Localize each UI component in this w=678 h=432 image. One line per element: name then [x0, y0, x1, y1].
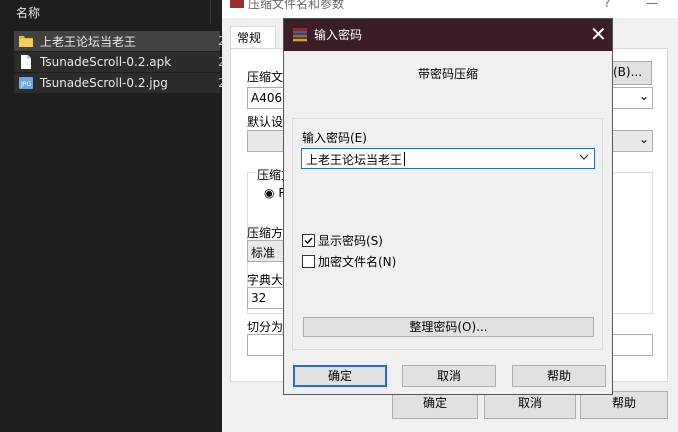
- show-password-checkbox[interactable]: 显示密码(S): [302, 232, 383, 249]
- method-label: 压缩方: [247, 226, 284, 240]
- password-label: 输入密码(E): [302, 131, 367, 145]
- archive-dialog-title: 压缩文件名和参数: [248, 0, 345, 11]
- file-name: 上老王论坛当老王: [40, 34, 137, 49]
- default-settings-label: 默认设: [247, 115, 284, 129]
- minimize-icon[interactable]: —: [646, 0, 658, 10]
- svg-text:JPG: JPG: [20, 81, 31, 88]
- tab-general[interactable]: 常规: [230, 26, 276, 49]
- file-name: TsunadeScroll-0.2.apk: [40, 55, 172, 69]
- encrypt-filenames-label: 加密文件名(N): [318, 255, 397, 269]
- chevron-down-icon[interactable]: [579, 152, 589, 162]
- ok-button[interactable]: 确定: [293, 365, 387, 387]
- archive-ok-button[interactable]: 确定: [392, 391, 478, 419]
- chevron-down-icon: ⌄: [638, 132, 649, 146]
- password-dialog-title: 输入密码: [314, 28, 363, 42]
- password-value: 上老王论坛当老王: [306, 153, 403, 167]
- file-row-jpg[interactable]: JPG TsunadeScroll-0.2.jpg: [14, 73, 220, 93]
- help-icon[interactable]: ?: [604, 0, 610, 10]
- browse-label: (B)...: [613, 65, 643, 79]
- show-password-label: 显示密码(S): [318, 234, 383, 248]
- radio-selected-icon: ◉: [264, 186, 275, 200]
- file-row-apk[interactable]: TsunadeScroll-0.2.apk: [14, 52, 220, 72]
- column-divider[interactable]: [210, 0, 211, 24]
- checkbox-unchecked-icon: [302, 255, 315, 268]
- dict-label: 字典大: [247, 273, 284, 287]
- close-icon[interactable]: ✕: [590, 23, 607, 45]
- file-name: TsunadeScroll-0.2.jpg: [40, 76, 168, 90]
- file-row-folder[interactable]: 上老王论坛当老王: [14, 31, 220, 51]
- column-header-name[interactable]: 名称: [16, 4, 40, 21]
- folder-icon: [19, 36, 33, 47]
- enter-password-dialog: 输入密码 ✕ 带密码压缩 输入密码(E) 上老王论坛当老王 显示密码(S) 加密…: [283, 18, 613, 395]
- text-caret: [404, 152, 405, 166]
- encrypt-filenames-checkbox[interactable]: 加密文件名(N): [302, 253, 396, 270]
- file-explorer-pane: 名称 上老王论坛当老王 TsunadeScroll-0.2.apk JPG Ts…: [0, 0, 226, 432]
- archive-dialog-titlebar[interactable]: 压缩文件名和参数 ? —: [222, 0, 678, 18]
- password-input[interactable]: 上老王论坛当老王: [301, 148, 595, 169]
- help-button[interactable]: 帮助: [512, 365, 606, 387]
- winrar-icon: [230, 0, 244, 8]
- dict-value: 32: [251, 291, 267, 305]
- split-label: 切分为: [247, 320, 284, 334]
- archive-help-button[interactable]: 帮助: [580, 391, 668, 419]
- dialog-heading: 带密码压缩: [417, 67, 478, 81]
- method-value: 标准: [251, 246, 276, 260]
- chevron-down-icon: ⌄: [638, 89, 649, 103]
- document-icon: [21, 55, 31, 69]
- organize-passwords-button[interactable]: 整理密码(O)...: [303, 317, 594, 337]
- archive-cancel-button[interactable]: 取消: [484, 391, 576, 419]
- checkbox-checked-icon: [302, 234, 315, 247]
- winrar-icon: [293, 28, 307, 42]
- cancel-button[interactable]: 取消: [402, 365, 496, 387]
- password-dialog-titlebar[interactable]: 输入密码 ✕: [284, 19, 612, 51]
- archive-name-label: 压缩文: [247, 70, 284, 84]
- image-file-icon: JPG: [19, 77, 33, 89]
